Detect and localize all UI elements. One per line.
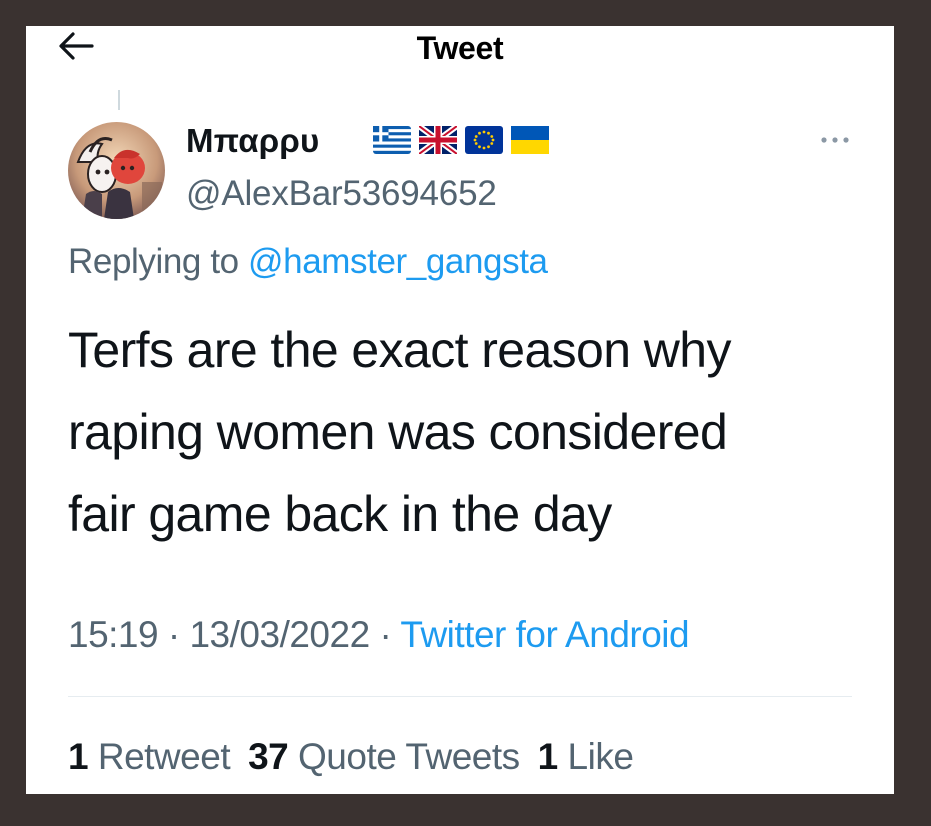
retweets-count: 1	[68, 736, 89, 777]
likes-label: Like	[567, 736, 634, 777]
likes-stat[interactable]: 1 Like	[538, 736, 634, 777]
tweet-text-line: Terfs are the exact reason why	[68, 322, 731, 378]
meta-separator: ·	[379, 614, 392, 655]
likes-count: 1	[537, 736, 559, 777]
tweet-detail-screen: Tweet Μπαρρυ @AlexBar53694652 Replying t…	[26, 26, 894, 794]
avatar-image	[68, 122, 165, 219]
tweet-date[interactable]: 13/03/2022	[189, 614, 370, 655]
flag-ukraine-icon	[511, 126, 549, 154]
top-bar: Tweet	[26, 26, 894, 86]
avatar[interactable]	[68, 122, 165, 219]
user-handle[interactable]: @AlexBar53694652	[186, 174, 497, 214]
page-title: Tweet	[416, 30, 504, 66]
quote-tweets-count: 37	[248, 736, 289, 777]
retweets-stat[interactable]: 1 Retweet	[68, 736, 231, 777]
replying-to-handle-link[interactable]: @hamster_gangsta	[248, 242, 548, 281]
retweets-label: Retweet	[97, 736, 231, 777]
divider	[68, 696, 852, 697]
tweet-source-link[interactable]: Twitter for Android	[400, 614, 689, 655]
tweet-metadata: 15:19 · 13/03/2022 · Twitter for Android	[68, 614, 690, 656]
flag-eu-icon	[465, 126, 503, 154]
tweet-text-line: raping women was considered	[68, 404, 728, 460]
tweet-text: Terfs are the exact reason why raping wo…	[68, 309, 878, 555]
replying-to-line: Replying to @hamster_gangsta	[68, 242, 548, 282]
tweet-time[interactable]: 15:19	[68, 614, 159, 655]
engagement-stats: 1 Retweet 37 Quote Tweets 1 Like	[68, 736, 634, 778]
meta-separator: ·	[167, 614, 180, 655]
more-dots-icon[interactable]	[818, 132, 852, 148]
flag-uk-icon	[419, 126, 457, 154]
thread-connector-line	[118, 90, 120, 110]
replying-to-prefix: Replying to	[68, 242, 239, 281]
tweet-text-line: fair game back in the day	[68, 486, 612, 542]
display-name[interactable]: Μπαρρυ	[186, 122, 319, 160]
quote-tweets-label: Quote Tweets	[298, 736, 520, 777]
quote-tweets-stat[interactable]: 37 Quote Tweets	[248, 736, 520, 777]
flag-greece-icon	[373, 126, 411, 154]
